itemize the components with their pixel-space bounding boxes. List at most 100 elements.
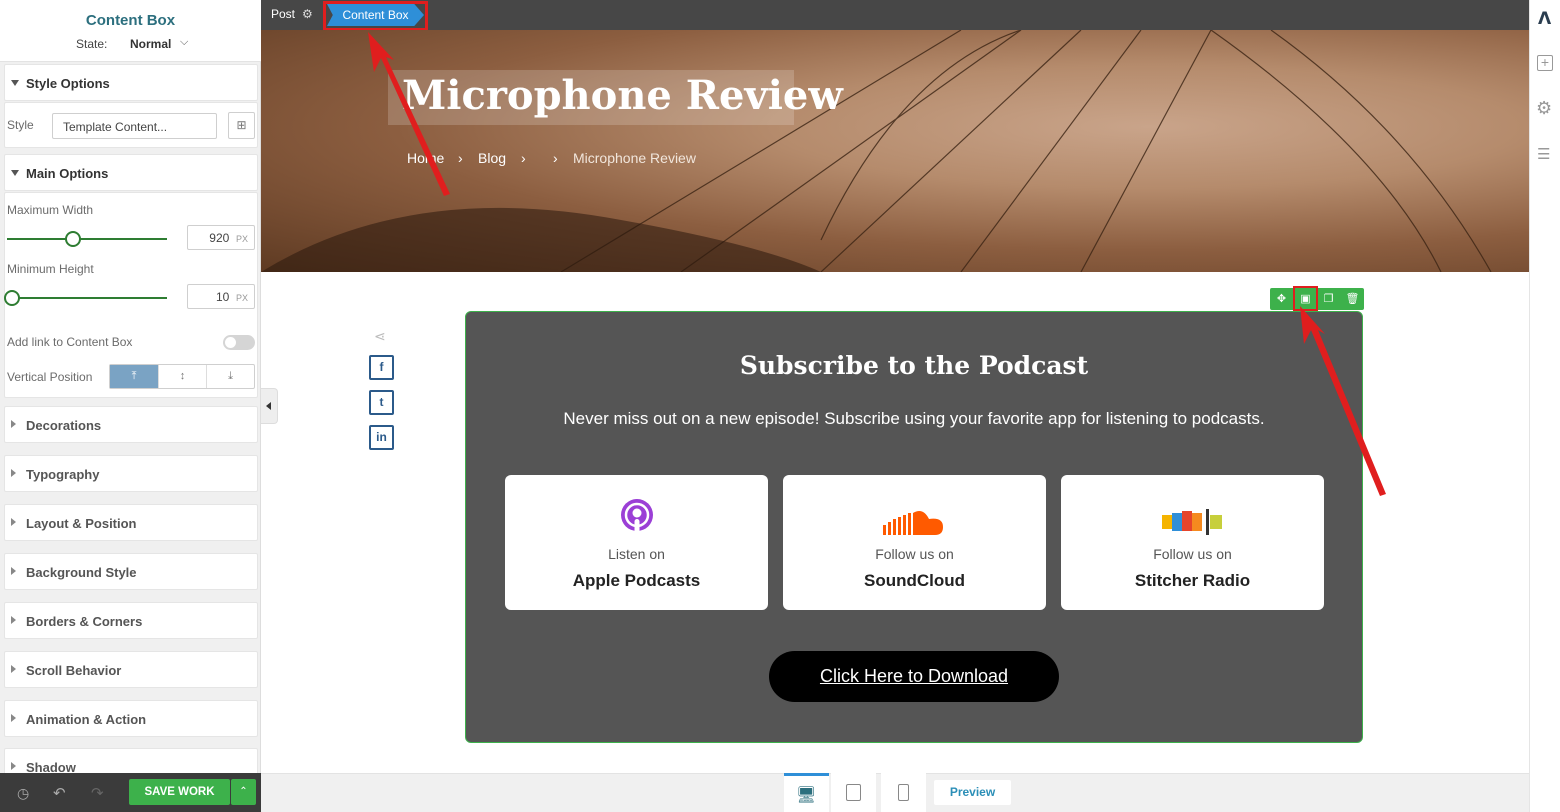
hero-breadcrumb-separator: › bbox=[553, 150, 558, 166]
align-top-button[interactable]: ⤒ bbox=[110, 365, 158, 388]
hero-background-image bbox=[261, 30, 1492, 272]
panel-title: Content Box bbox=[85, 12, 176, 29]
card-service-name: Stitcher Radio bbox=[1134, 571, 1251, 590]
align-middle-button[interactable]: ↕ bbox=[158, 365, 206, 388]
properties-panel: Content Box State: Normal ⌵ Style Option… bbox=[0, 0, 261, 812]
style-select[interactable]: Template Content... bbox=[52, 113, 217, 139]
caret-right-icon bbox=[11, 762, 16, 770]
hero-banner bbox=[261, 30, 1529, 272]
add-link-toggle[interactable] bbox=[223, 335, 255, 350]
style-guide-icon[interactable]: ☰ bbox=[1537, 145, 1550, 163]
settings-icon[interactable]: ⚙ bbox=[1536, 98, 1552, 119]
style-select-value: Template Content... bbox=[63, 120, 168, 134]
redo-icon[interactable]: ↷ bbox=[91, 784, 104, 802]
hero-breadcrumb-current: Microphone Review bbox=[573, 150, 696, 166]
max-width-slider-handle[interactable] bbox=[65, 231, 81, 247]
mobile-icon bbox=[898, 784, 909, 801]
caret-right-icon bbox=[11, 616, 16, 624]
min-height-input[interactable]: 10 PX bbox=[187, 284, 255, 309]
vertical-position-group: ⤒ ↕ ⤓ bbox=[109, 364, 255, 389]
section-animation-action[interactable]: Animation & Action bbox=[4, 700, 258, 737]
content-box-subtitle: Never miss out on a new episode! Subscri… bbox=[563, 409, 1265, 428]
panel-header bbox=[0, 0, 261, 62]
add-link-label: Add link to Content Box bbox=[7, 335, 133, 349]
preview-button[interactable]: Preview bbox=[934, 780, 1011, 805]
desktop-view-button[interactable]: 🖥 bbox=[784, 773, 829, 812]
min-height-slider-track[interactable] bbox=[7, 297, 167, 299]
max-width-label: Maximum Width bbox=[7, 203, 94, 217]
section-typography[interactable]: Typography bbox=[4, 455, 258, 492]
chevron-up-icon: ⌃ bbox=[239, 786, 248, 797]
state-label: State: bbox=[76, 37, 108, 51]
twitter-share-button[interactable]: t bbox=[369, 390, 394, 415]
tablet-view-button[interactable] bbox=[831, 773, 876, 812]
content-box-title: Subscribe to the Podcast bbox=[739, 351, 1089, 380]
style-manager-button[interactable]: ⊞ bbox=[228, 112, 255, 139]
hero-title: Microphone Review bbox=[402, 72, 843, 119]
soundcloud-icon bbox=[883, 511, 943, 535]
state-dropdown[interactable]: Normal bbox=[130, 37, 171, 51]
caret-down-icon bbox=[11, 80, 19, 86]
hero-breadcrumb-separator: › bbox=[521, 150, 526, 166]
breadcrumb-content-box[interactable]: Content Box bbox=[327, 4, 424, 26]
collapse-panel-button[interactable] bbox=[261, 388, 278, 424]
align-top-icon: ⤒ bbox=[131, 370, 137, 382]
chevron-down-icon[interactable]: ⌵ bbox=[180, 36, 188, 49]
caret-right-icon bbox=[11, 518, 16, 526]
align-bottom-button[interactable]: ⤓ bbox=[206, 365, 254, 388]
caret-right-icon bbox=[11, 567, 16, 575]
linkedin-share-button[interactable]: in bbox=[369, 425, 394, 450]
section-decorations[interactable]: Decorations bbox=[4, 406, 258, 443]
style-label: Style bbox=[7, 118, 34, 132]
mobile-view-button[interactable] bbox=[881, 773, 926, 812]
gear-icon[interactable]: ⚙ bbox=[302, 7, 313, 21]
card-caption: Follow us on bbox=[875, 546, 954, 562]
caret-left-icon bbox=[266, 402, 271, 410]
toggle-knob bbox=[225, 337, 236, 348]
align-middle-icon: ↕ bbox=[179, 370, 186, 382]
section-label: Scroll Behavior bbox=[26, 663, 122, 678]
max-width-slider-track[interactable] bbox=[7, 238, 167, 240]
apple-podcasts-icon bbox=[621, 499, 653, 533]
section-layout-position[interactable]: Layout & Position bbox=[4, 504, 258, 541]
max-width-input[interactable]: 920 PX bbox=[187, 225, 255, 250]
undo-icon[interactable]: ↶ bbox=[53, 784, 66, 802]
hero-breadcrumb-blog[interactable]: Blog bbox=[478, 150, 506, 166]
section-label: Main Options bbox=[26, 166, 109, 181]
facebook-icon: f bbox=[379, 360, 384, 374]
caret-right-icon bbox=[11, 714, 16, 722]
stitcher-icon bbox=[1162, 509, 1222, 535]
add-element-icon[interactable]: + bbox=[1537, 55, 1553, 71]
align-bottom-icon: ⤓ bbox=[228, 370, 233, 382]
move-icon[interactable]: ✥ bbox=[1270, 288, 1293, 310]
section-borders-corners[interactable]: Borders & Corners bbox=[4, 602, 258, 639]
facebook-share-button[interactable]: f bbox=[369, 355, 394, 380]
vertical-position-label: Vertical Position bbox=[7, 370, 93, 384]
hero-breadcrumb-home[interactable]: Home bbox=[407, 150, 444, 166]
section-background-style[interactable]: Background Style bbox=[4, 553, 258, 590]
section-main-options[interactable]: Main Options bbox=[4, 154, 258, 191]
history-icon[interactable]: ◷ bbox=[17, 785, 29, 802]
breadcrumb-post[interactable]: Post bbox=[271, 7, 295, 21]
logo-icon: Λ bbox=[1538, 9, 1552, 29]
save-work-button[interactable]: SAVE WORK bbox=[129, 779, 230, 805]
tablet-icon bbox=[846, 784, 861, 801]
hero-breadcrumb-separator: › bbox=[458, 150, 463, 166]
min-height-unit: PX bbox=[235, 293, 248, 303]
section-scroll-behavior[interactable]: Scroll Behavior bbox=[4, 651, 258, 688]
min-height-value: 10 bbox=[215, 290, 230, 304]
linkedin-icon: in bbox=[376, 430, 387, 444]
save-options-button[interactable]: ⌃ bbox=[231, 779, 256, 805]
max-width-unit: PX bbox=[235, 234, 248, 244]
section-label: Layout & Position bbox=[26, 516, 137, 531]
min-height-label: Minimum Height bbox=[7, 262, 94, 276]
delete-icon[interactable]: 🗑 bbox=[1341, 288, 1364, 310]
section-label: Animation & Action bbox=[26, 712, 147, 727]
caret-right-icon bbox=[11, 469, 16, 477]
card-service-name: SoundCloud bbox=[863, 571, 966, 590]
section-style-options[interactable]: Style Options bbox=[4, 64, 258, 101]
section-label: Borders & Corners bbox=[26, 614, 143, 629]
download-button[interactable]: Click Here to Download bbox=[769, 651, 1059, 702]
share-icon: ⋖ bbox=[374, 328, 386, 344]
duplicate-icon[interactable]: ❐ bbox=[1317, 288, 1340, 310]
